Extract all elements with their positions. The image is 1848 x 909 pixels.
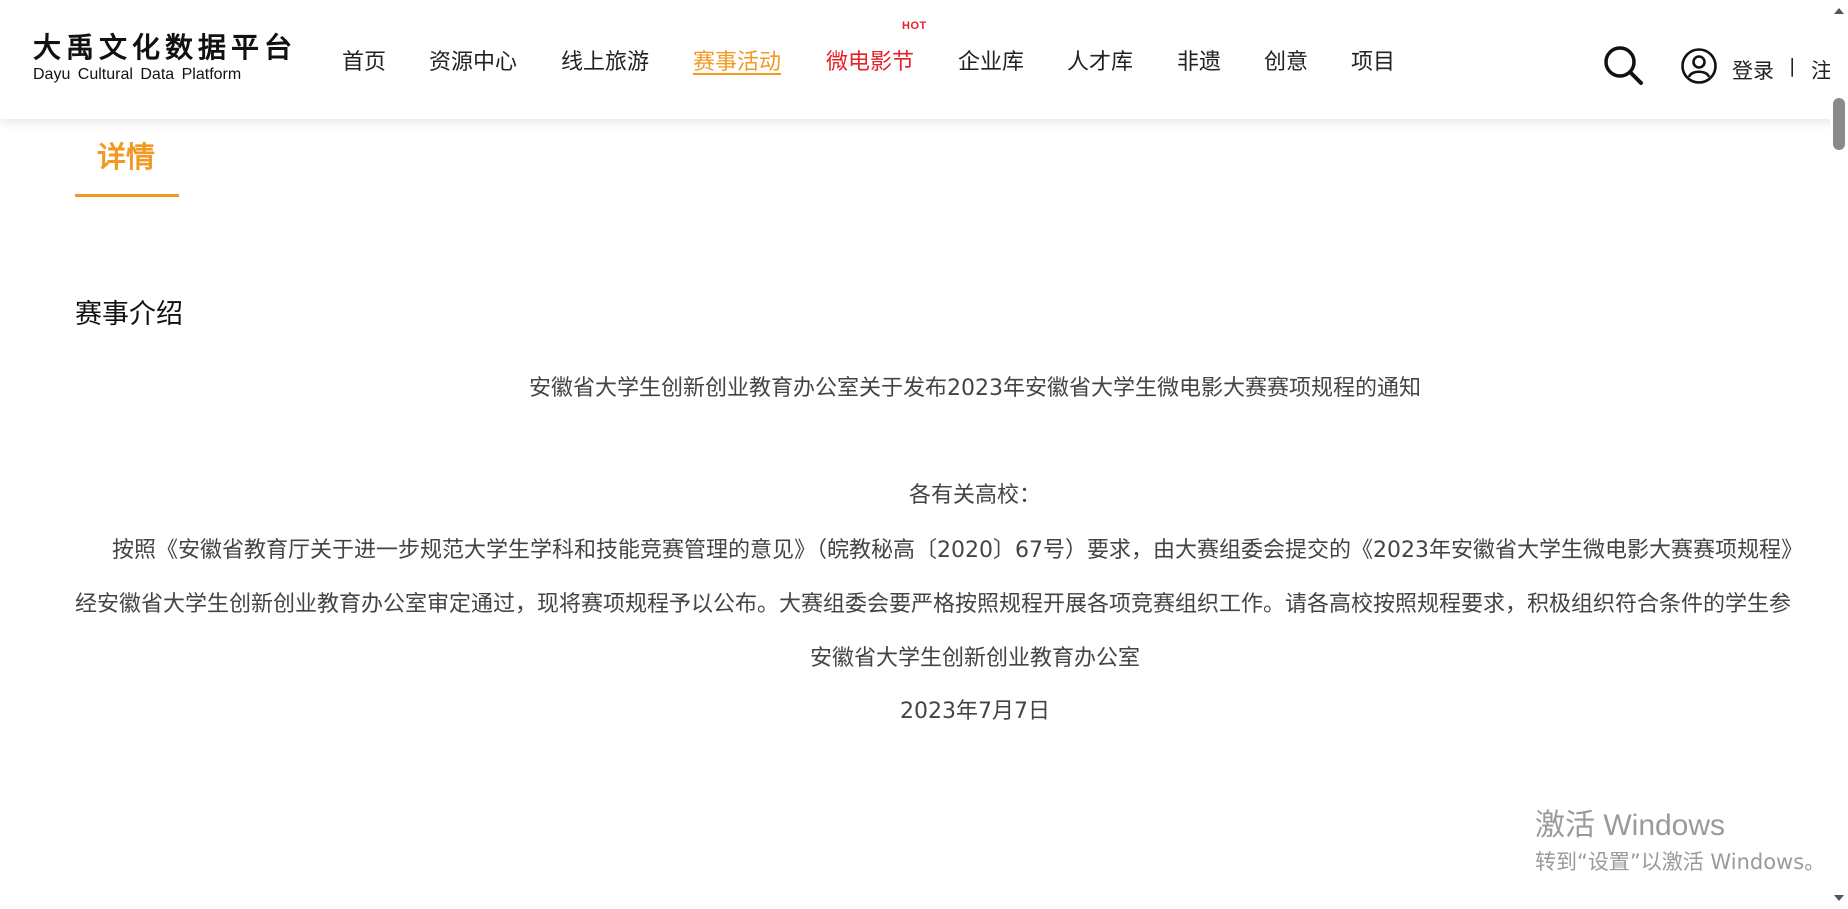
nav-item-creative[interactable]: 创意	[1264, 48, 1308, 78]
search-icon	[1604, 46, 1643, 85]
site-header: 大禹文化数据平台 Dayu Cultural Data Platform 首页 …	[0, 0, 1848, 119]
scroll-up-arrow-icon[interactable]	[1834, 8, 1844, 14]
nav-item-heritage[interactable]: 非遗	[1177, 48, 1221, 78]
nav-item-talent[interactable]: 人才库	[1067, 48, 1133, 78]
article-paragraph-2: 经安徽省大学生创新创业教育办公室审定通过，现将赛项规程予以公布。大赛组委会要严格…	[75, 592, 1792, 617]
site-logo[interactable]: 大禹文化数据平台 Dayu Cultural Data Platform	[33, 32, 297, 84]
nav-item-projects[interactable]: 项目	[1351, 48, 1395, 78]
article-date: 2023年7月7日	[900, 699, 1050, 724]
nav-item-micro-film[interactable]: 微电影节	[826, 48, 914, 78]
search-button[interactable]	[1602, 44, 1644, 86]
nav-item-resources[interactable]: 资源中心	[429, 48, 517, 78]
article-salutation: 各有关高校：	[908, 483, 1041, 508]
logo-english: Dayu Cultural Data Platform	[33, 66, 242, 83]
article-heading: 安徽省大学生创新创业教育办公室关于发布2023年安徽省大学生微电影大赛赛项规程的…	[529, 376, 1421, 401]
tab-details[interactable]: 详情	[75, 120, 179, 197]
nav-item-online-travel[interactable]: 线上旅游	[561, 48, 649, 78]
watermark-subtitle: 转到“设置”以激活 Windows。	[1535, 850, 1826, 874]
user-avatar-button[interactable]	[1680, 47, 1718, 85]
vertical-scrollbar[interactable]	[1830, 0, 1848, 909]
user-icon	[1681, 48, 1717, 84]
article-paragraph-1: 按照《安徽省教育厅关于进一步规范大学生学科和技能竞赛管理的意见》（皖教秘高〔20…	[112, 538, 1803, 563]
scroll-down-arrow-icon[interactable]	[1834, 895, 1844, 901]
watermark-title: 激活 Windows	[1535, 809, 1726, 842]
nav-item-home[interactable]: 首页	[342, 48, 386, 78]
page: 大禹文化数据平台 Dayu Cultural Data Platform 首页 …	[0, 0, 1848, 909]
logo-chinese: 大禹文化数据平台	[33, 31, 298, 64]
register-link[interactable]: 注	[1811, 55, 1832, 85]
tab-details-label: 详情	[97, 140, 156, 174]
scroll-thumb[interactable]	[1833, 98, 1845, 150]
nav-item-enterprises[interactable]: 企业库	[958, 48, 1024, 78]
login-link[interactable]: 登录	[1732, 55, 1774, 85]
section-title: 赛事介绍	[75, 299, 183, 330]
hot-badge: HOT	[902, 20, 927, 32]
nav-item-events[interactable]: 赛事活动	[693, 48, 781, 78]
article-signature: 安徽省大学生创新创业教育办公室	[809, 646, 1140, 671]
auth-divider: |	[1789, 55, 1796, 77]
windows-activation-watermark: 激活 Windows 转到“设置”以激活 Windows。	[1535, 800, 1825, 876]
